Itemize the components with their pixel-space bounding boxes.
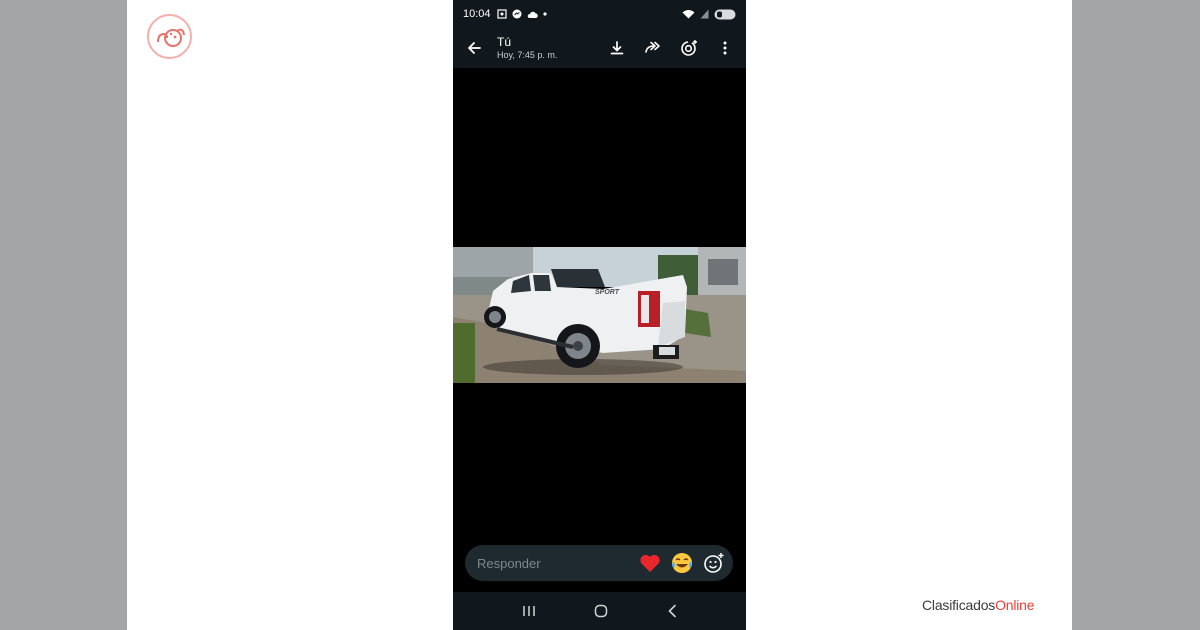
truck-photo[interactable]: SPORT bbox=[453, 247, 746, 383]
sport-decal: SPORT bbox=[595, 289, 620, 296]
forward-icon bbox=[645, 41, 660, 53]
add-to-status-button[interactable] bbox=[678, 37, 700, 59]
reply-area: Responder bbox=[453, 542, 746, 584]
status-add-icon bbox=[681, 40, 697, 56]
brand-prefix: Clasificados bbox=[922, 597, 996, 613]
arrow-left-icon bbox=[468, 42, 481, 54]
messenger-icon bbox=[512, 9, 522, 19]
reply-placeholder: Responder bbox=[477, 555, 541, 571]
battery-icon bbox=[714, 9, 736, 19]
more-options-button[interactable] bbox=[714, 37, 736, 59]
status-time: 10:04 bbox=[463, 8, 491, 20]
chat-info: Tú Hoy, 7:45 p. m. bbox=[497, 34, 558, 60]
download-icon bbox=[610, 41, 624, 55]
site-logo[interactable] bbox=[147, 14, 192, 59]
home-icon[interactable] bbox=[594, 604, 608, 618]
brand-suffix: Online bbox=[995, 597, 1035, 613]
white-pickup-truck-image: SPORT bbox=[453, 247, 746, 383]
screenshot-icon bbox=[496, 9, 507, 19]
status-bar: 10:04 bbox=[453, 0, 746, 28]
dog-logo-icon bbox=[156, 28, 185, 47]
brand-watermark: ClasificadosOnline bbox=[922, 597, 1035, 613]
phone-screenshot: 10:04 Tú Hoy, 7:45 p. m. SPORT Responder bbox=[453, 0, 746, 630]
notification-dot-icon bbox=[542, 12, 547, 16]
back-nav-icon[interactable] bbox=[667, 604, 677, 618]
reply-input[interactable]: Responder bbox=[465, 545, 733, 581]
page-canvas: 10:04 Tú Hoy, 7:45 p. m. SPORT Responder… bbox=[127, 0, 1072, 630]
cloud-icon bbox=[527, 11, 538, 18]
forward-button[interactable] bbox=[642, 37, 664, 59]
recent-apps-icon[interactable] bbox=[522, 605, 536, 617]
contact-name: Tú bbox=[497, 34, 512, 49]
message-timestamp: Hoy, 7:45 p. m. bbox=[497, 49, 558, 60]
wifi-icon bbox=[682, 10, 695, 19]
viewer-toolbar: Tú Hoy, 7:45 p. m. bbox=[453, 28, 746, 68]
signal-icon bbox=[700, 9, 709, 19]
add-reaction-icon[interactable] bbox=[703, 552, 725, 574]
heart-reaction-icon[interactable] bbox=[639, 553, 661, 573]
more-vertical-icon bbox=[723, 41, 727, 55]
download-button[interactable] bbox=[606, 37, 628, 59]
system-nav-bar bbox=[453, 592, 746, 630]
laughing-tears-reaction-icon[interactable] bbox=[671, 552, 693, 574]
back-button[interactable] bbox=[463, 37, 485, 59]
